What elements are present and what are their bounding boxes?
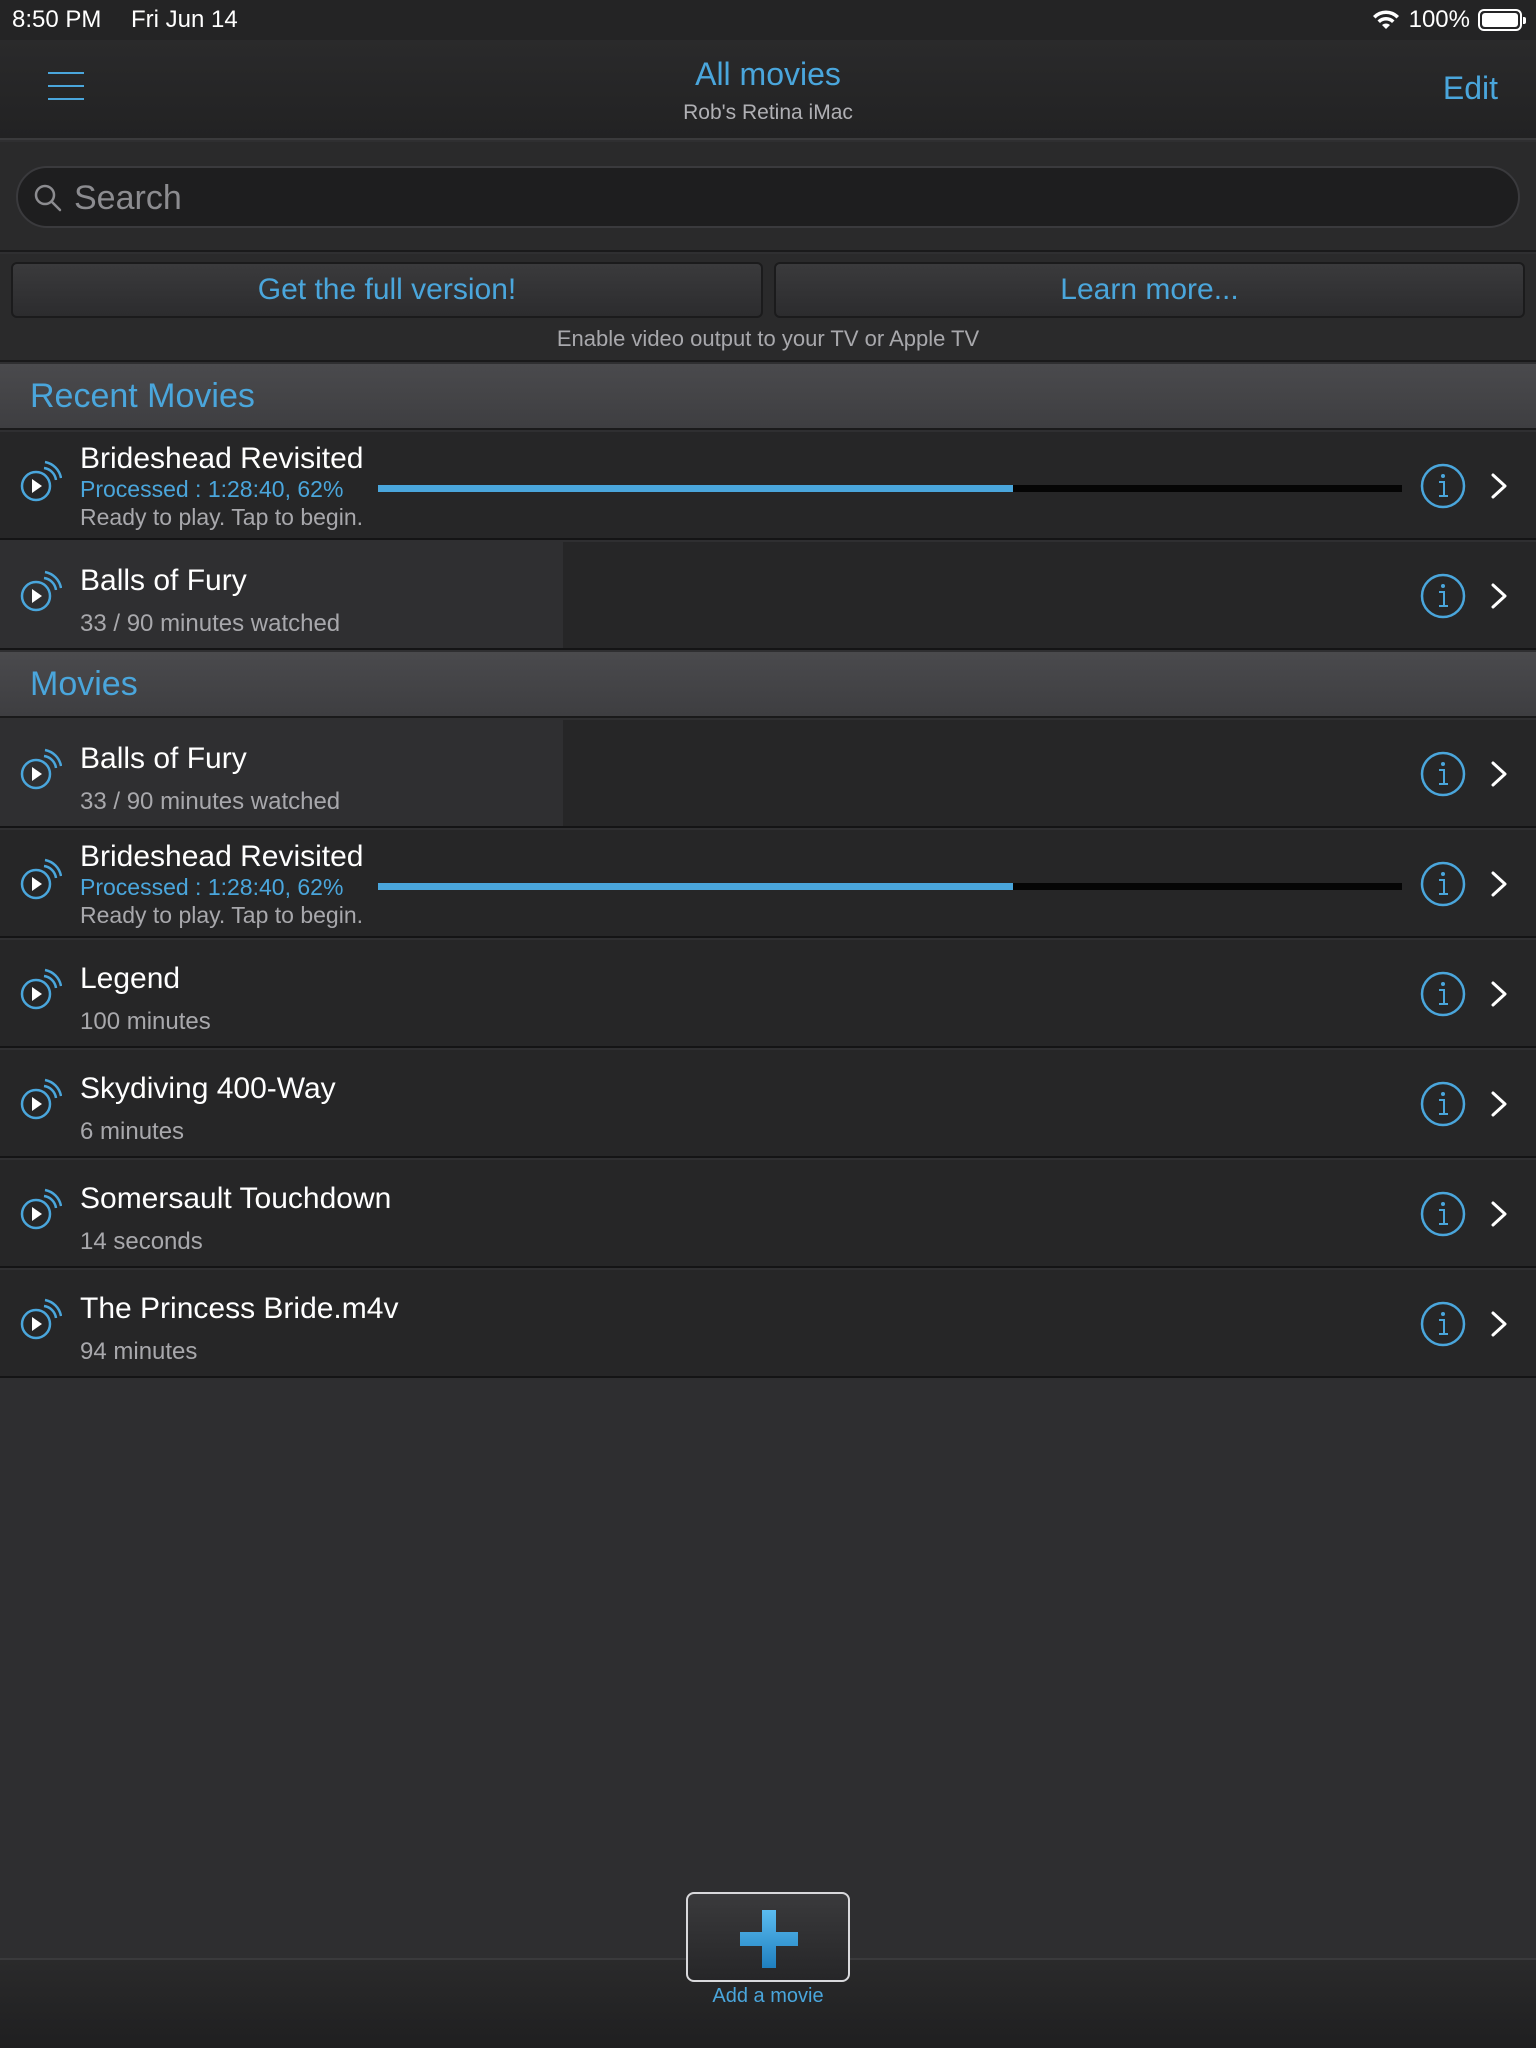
- play-stream-icon[interactable]: [18, 570, 62, 614]
- movie-title: Skydiving 400-Way: [80, 1072, 336, 1105]
- list-item[interactable]: Skydiving 400-Way 6 minutes: [0, 1050, 1536, 1158]
- chevron-right-icon[interactable]: [1488, 1310, 1510, 1338]
- empty-list-area: [0, 1378, 1536, 1958]
- info-icon[interactable]: [1420, 463, 1466, 509]
- movie-subtitle: 14 seconds: [80, 1228, 203, 1255]
- ready-status: Ready to play. Tap to begin.: [80, 902, 364, 928]
- list-item[interactable]: Balls of Fury 33 / 90 minutes watched: [0, 720, 1536, 828]
- processing-progress-bar: [378, 883, 1402, 890]
- chevron-right-icon[interactable]: [1488, 980, 1510, 1008]
- plus-icon: [740, 1910, 798, 1968]
- movie-subtitle: 6 minutes: [80, 1118, 185, 1145]
- chevron-right-icon[interactable]: [1488, 1200, 1510, 1228]
- page-subtitle: Rob's Retina iMac: [683, 101, 853, 124]
- list-item[interactable]: Brideshead Revisited Processed : 1:28:40…: [0, 830, 1536, 938]
- search-input[interactable]: [74, 176, 1494, 220]
- movie-title: The Princess Bride.m4v: [80, 1292, 399, 1325]
- search-icon: [34, 184, 62, 212]
- play-stream-icon[interactable]: [18, 1298, 62, 1342]
- movie-title: Legend: [80, 962, 181, 995]
- learn-more-button[interactable]: Learn more...: [774, 262, 1525, 318]
- info-icon[interactable]: [1420, 861, 1466, 907]
- movie-title: Brideshead Revisited: [80, 442, 364, 475]
- wifi-icon: [1372, 10, 1399, 29]
- get-full-version-button[interactable]: Get the full version!: [11, 262, 763, 318]
- edit-button[interactable]: Edit: [1443, 70, 1498, 107]
- list-item[interactable]: The Princess Bride.m4v 94 minutes: [0, 1270, 1536, 1378]
- navigation-bar: All movies Rob's Retina iMac Edit: [0, 40, 1536, 140]
- add-movie-label: Add a movie: [712, 1985, 824, 2007]
- search-area: [0, 142, 1536, 252]
- section-label: Recent Movies: [30, 377, 255, 415]
- processing-progress-bar: [378, 485, 1402, 492]
- processed-status: Processed : 1:28:40, 62%: [80, 476, 344, 502]
- play-stream-icon[interactable]: [18, 1188, 62, 1232]
- section-header-recent: Recent Movies: [0, 364, 1536, 430]
- movie-subtitle: 94 minutes: [80, 1338, 198, 1365]
- list-item[interactable]: Legend 100 minutes: [0, 940, 1536, 1048]
- play-stream-icon[interactable]: [18, 1078, 62, 1122]
- info-icon[interactable]: [1420, 751, 1466, 797]
- promo-note: Enable video output to your TV or Apple …: [556, 326, 980, 351]
- movie-subtitle: 33 / 90 minutes watched: [80, 610, 341, 637]
- movie-subtitle: 33 / 90 minutes watched: [80, 788, 341, 815]
- chevron-right-icon[interactable]: [1488, 760, 1510, 788]
- search-field[interactable]: [16, 166, 1520, 228]
- chevron-right-icon[interactable]: [1488, 472, 1510, 500]
- list-item[interactable]: Balls of Fury 33 / 90 minutes watched: [0, 542, 1536, 650]
- info-icon[interactable]: [1420, 573, 1466, 619]
- movie-title: Somersault Touchdown: [80, 1182, 392, 1215]
- play-stream-icon[interactable]: [18, 748, 62, 792]
- page-title: All movies: [695, 56, 841, 92]
- status-time: 8:50 PM: [12, 6, 102, 33]
- movie-title: Balls of Fury: [80, 742, 247, 775]
- play-stream-icon[interactable]: [18, 460, 62, 504]
- info-icon[interactable]: [1420, 1301, 1466, 1347]
- list-item[interactable]: Brideshead Revisited Processed : 1:28:40…: [0, 432, 1536, 540]
- status-bar: 8:50 PM Fri Jun 14 100%: [0, 0, 1536, 40]
- section-label: Movies: [30, 665, 138, 703]
- movie-title: Balls of Fury: [80, 564, 247, 597]
- info-icon[interactable]: [1420, 971, 1466, 1017]
- play-stream-icon[interactable]: [18, 858, 62, 902]
- battery-icon: [1478, 9, 1526, 31]
- battery-percent: 100%: [1408, 6, 1470, 33]
- add-movie-button[interactable]: [686, 1892, 850, 1982]
- play-stream-icon[interactable]: [18, 968, 62, 1012]
- chevron-right-icon[interactable]: [1488, 870, 1510, 898]
- ready-status: Ready to play. Tap to begin.: [80, 504, 364, 530]
- processing-progress-fill: [378, 485, 1013, 492]
- status-date: Fri Jun 14: [131, 6, 238, 33]
- section-header-movies: Movies: [0, 652, 1536, 718]
- chevron-right-icon[interactable]: [1488, 582, 1510, 610]
- movie-title: Brideshead Revisited: [80, 840, 364, 873]
- processed-status: Processed : 1:28:40, 62%: [80, 874, 344, 900]
- list-item[interactable]: Somersault Touchdown 14 seconds: [0, 1160, 1536, 1268]
- processing-progress-fill: [378, 883, 1013, 890]
- info-icon[interactable]: [1420, 1191, 1466, 1237]
- info-icon[interactable]: [1420, 1081, 1466, 1127]
- promo-area: Get the full version! Learn more... Enab…: [0, 254, 1536, 362]
- status-indicators: 100%: [1371, 6, 1526, 34]
- chevron-right-icon[interactable]: [1488, 1090, 1510, 1118]
- movie-subtitle: 100 minutes: [80, 1008, 211, 1035]
